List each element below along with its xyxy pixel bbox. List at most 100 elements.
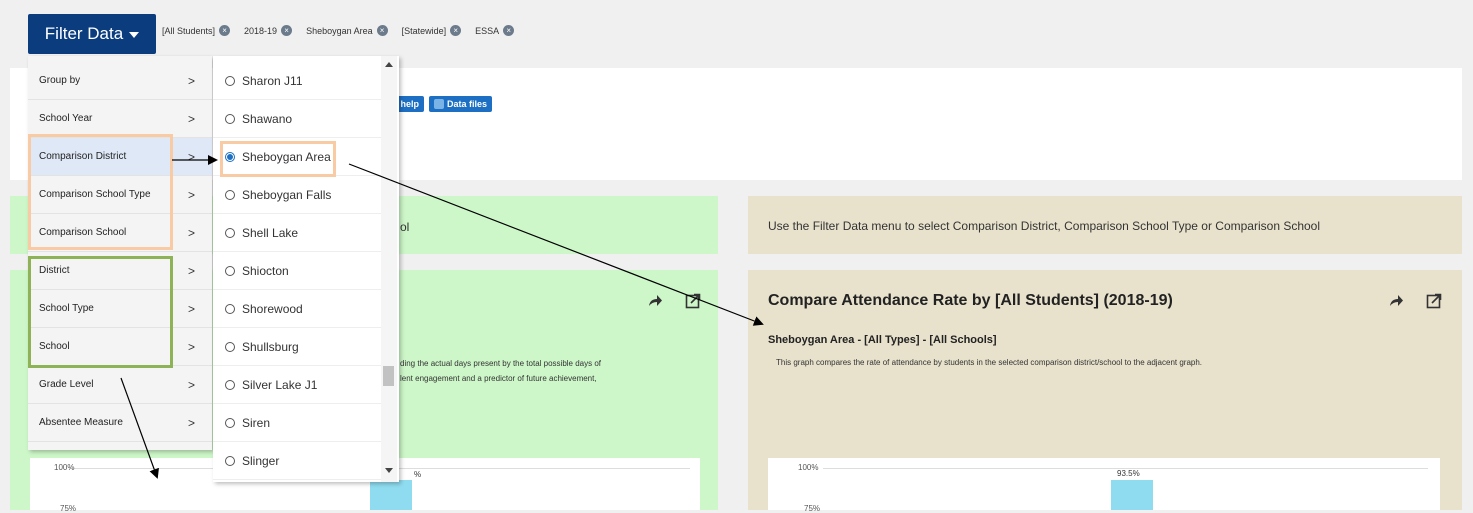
attendance-bar[interactable] xyxy=(370,480,412,510)
caret-down-icon xyxy=(129,32,140,38)
scroll-up-icon[interactable] xyxy=(385,62,393,67)
chevron-right-icon: > xyxy=(188,263,196,278)
district-option-label: Slinger xyxy=(242,453,280,468)
chip-school-year: 2018-19 × xyxy=(244,25,293,36)
chevron-right-icon: > xyxy=(188,301,196,316)
expand-icon[interactable] xyxy=(684,292,702,310)
comparison-strip-text: Use the Filter Data menu to select Compa… xyxy=(768,219,1321,233)
district-option[interactable]: Slinger xyxy=(213,442,381,480)
radio-button[interactable] xyxy=(225,341,235,352)
comparison-plot: 100% 75% 93.5% xyxy=(768,458,1440,513)
submenu-scrollbar[interactable] xyxy=(381,56,397,482)
radio-button[interactable] xyxy=(225,75,235,86)
selected-district-highlight xyxy=(220,141,336,177)
radio-button[interactable] xyxy=(225,265,235,276)
chip-label: [All Students] xyxy=(162,25,216,36)
bar-label: 93.5% xyxy=(1117,469,1140,478)
chevron-right-icon: > xyxy=(188,415,196,430)
radio-button[interactable] xyxy=(225,303,235,314)
district-option-label: Sharon J11 xyxy=(242,73,303,88)
data-files-label: Data files xyxy=(447,99,488,109)
menu-item-label: Group by xyxy=(39,75,81,86)
comparison-options-highlight xyxy=(28,134,173,250)
chevron-right-icon: > xyxy=(188,73,196,88)
chevron-right-icon: > xyxy=(188,111,196,126)
district-option-label: Shullsburg xyxy=(242,339,299,354)
bar-label: % xyxy=(414,470,422,479)
district-option[interactable]: Shell Lake xyxy=(213,214,381,252)
chevron-right-icon: > xyxy=(188,339,196,354)
district-option[interactable]: Sharon J11 xyxy=(213,62,381,100)
menu-item-label: Absentee Measure xyxy=(39,417,123,428)
share-icon[interactable] xyxy=(1387,292,1405,310)
menu-item-label: Grade Level xyxy=(39,379,94,390)
district-option-label: Shiocton xyxy=(242,263,289,278)
chip-district: Sheboygan Area × xyxy=(306,25,388,36)
district-option[interactable]: Shullsburg xyxy=(213,328,381,366)
radio-button[interactable] xyxy=(225,379,235,390)
comparison-bar[interactable] xyxy=(1111,480,1153,510)
close-circle-icon[interactable]: × xyxy=(376,25,388,36)
scroll-thumb[interactable] xyxy=(383,366,394,386)
comparison-card-subtitle: Sheboygan Area - [All Types] - [All Scho… xyxy=(768,334,997,346)
radio-button[interactable] xyxy=(225,113,235,124)
selection-options-highlight xyxy=(28,256,173,368)
expand-icon[interactable] xyxy=(1425,292,1443,310)
district-option-label: Sheboygan Falls xyxy=(242,187,332,202)
menu-item-absentee-measure[interactable]: Absentee Measure > xyxy=(28,404,212,442)
comparison-card-desc: This graph compares the rate of attendan… xyxy=(776,358,1203,367)
radio-button[interactable] xyxy=(225,189,235,200)
district-option[interactable]: Shorewood xyxy=(213,290,381,328)
radio-button[interactable] xyxy=(225,455,235,466)
filter-data-button[interactable]: Filter Data xyxy=(28,14,156,54)
scroll-down-icon[interactable] xyxy=(385,468,393,473)
radio-button[interactable] xyxy=(225,417,235,428)
share-icon[interactable] xyxy=(646,292,664,310)
chevron-right-icon: > xyxy=(188,225,196,240)
comparison-card-actions xyxy=(1387,292,1443,310)
district-option[interactable]: Shiocton xyxy=(213,252,381,290)
menu-item-label: School Year xyxy=(39,113,93,124)
y-tick-label: 75% xyxy=(60,504,77,513)
chevron-right-icon: > xyxy=(188,187,196,202)
y-tick-label: 75% xyxy=(804,504,821,513)
close-circle-icon[interactable]: × xyxy=(450,25,462,36)
help-buttons: et help Data files xyxy=(385,96,493,112)
district-option-label: Siren xyxy=(242,415,271,430)
attendance-card-desc: lent engagement and a predictor of futur… xyxy=(400,374,597,383)
district-option[interactable]: Silver Lake J1 xyxy=(213,366,381,404)
district-option-label: Shawano xyxy=(242,111,293,126)
chip-label: ESSA xyxy=(475,25,500,36)
selection-strip-text: ol xyxy=(400,220,410,234)
close-circle-icon[interactable]: × xyxy=(503,25,515,36)
filter-data-label: Filter Data xyxy=(44,24,124,43)
close-circle-icon[interactable]: × xyxy=(219,25,231,36)
chip-accountability: ESSA × xyxy=(475,25,515,36)
chip-label: 2018-19 xyxy=(244,25,278,36)
district-option-label: Shell Lake xyxy=(242,225,299,240)
filter-chips: [All Students] × 2018-19 × Sheboygan Are… xyxy=(162,25,515,36)
district-option[interactable]: Siren xyxy=(213,404,381,442)
y-tick-label: 100% xyxy=(54,463,75,472)
chip-student-group: [All Students] × xyxy=(162,25,231,36)
data-files-button[interactable]: Data files xyxy=(429,96,493,112)
attendance-card-desc: ding the actual days present by the tota… xyxy=(400,359,602,368)
menu-item-group-by[interactable]: Group by > xyxy=(28,62,212,100)
menu-item-grade-level[interactable]: Grade Level > xyxy=(28,366,212,404)
comparison-card-title: Compare Attendance Rate by [All Students… xyxy=(768,292,1173,309)
district-option-label: Shorewood xyxy=(242,301,303,316)
close-circle-icon[interactable]: × xyxy=(281,25,293,36)
menu-item-school-year[interactable]: School Year > xyxy=(28,100,212,138)
district-option[interactable]: Sheboygan Falls xyxy=(213,176,381,214)
chevron-right-icon: > xyxy=(188,377,196,392)
radio-button[interactable] xyxy=(225,227,235,238)
download-icon xyxy=(434,99,445,109)
attendance-card-actions xyxy=(646,292,702,310)
district-option[interactable]: Shawano xyxy=(213,100,381,138)
chip-comparison: [Statewide] × xyxy=(402,25,462,36)
district-submenu: Sharon J11 Shawano Sheboygan Area Sheboy… xyxy=(213,56,399,482)
chip-label: Sheboygan Area xyxy=(306,25,373,36)
chevron-right-icon: > xyxy=(188,149,196,164)
district-option-label: Silver Lake J1 xyxy=(242,377,318,392)
chip-label: [Statewide] xyxy=(401,25,447,36)
